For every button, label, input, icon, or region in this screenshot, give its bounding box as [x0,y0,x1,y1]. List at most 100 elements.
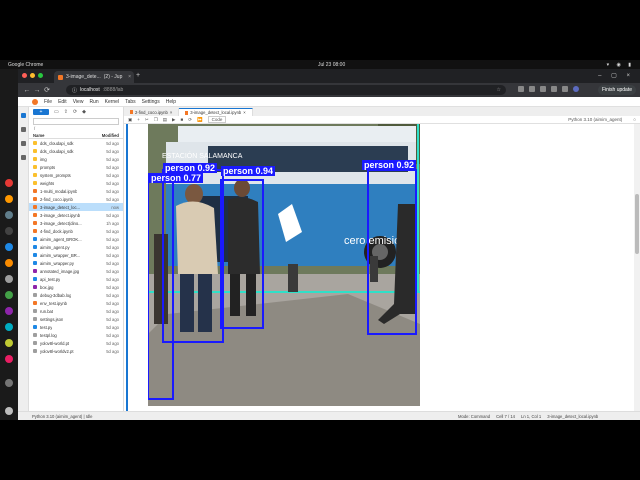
dock-app-icon[interactable] [5,307,13,315]
browser-tab-active[interactable]: 3-image_dete... (2) - Jup × [54,71,134,83]
file-row[interactable]: 3-image_detect(dino... 1h ago [29,219,123,227]
file-row[interactable]: annotated_image.jpg 5d ago [29,267,123,275]
window-buttons-right[interactable]: – ▢ × [598,72,634,79]
file-row[interactable]: 3-image_detect_loc... now [29,203,123,211]
notebook-scrollbar[interactable] [634,124,640,411]
file-row[interactable]: debug-3dbab.log 5d ago [29,291,123,299]
file-row[interactable]: settings.json 5d ago [29,315,123,323]
cell-type-select[interactable]: Code [207,116,227,123]
upload-icon[interactable]: ⇪ [64,109,68,115]
refresh-icon[interactable]: ⟳ [73,109,77,115]
file-row[interactable]: 2-find_coco.ipynb 5d ago [29,195,123,203]
dock-trash-icon[interactable] [5,379,13,387]
dock-apps-grid-icon[interactable] [5,407,13,415]
file-row[interactable]: aimim_agent.py 5d ago [29,243,123,251]
extension-manager-icon[interactable] [21,155,26,160]
menu-help[interactable]: Help [166,99,176,105]
os-tray-icons[interactable]: ▾ ◉ ▮ [607,62,634,68]
paste-icon[interactable]: ▤ [163,117,167,123]
os-clock[interactable]: Jul 23 08:00 [318,62,345,68]
file-row[interactable]: weights 5d ago [29,179,123,187]
doc-tab-2-find-coco[interactable]: 2-find_coco.ipynb × [124,108,180,116]
address-bar[interactable]: ⓘ localhost:8888/lab ☆ [66,85,506,95]
scrollbar-thumb[interactable] [635,194,639,254]
dock-settings-icon[interactable] [5,275,13,283]
tab-close-icon[interactable]: × [243,110,245,115]
extension-icon[interactable] [551,86,557,92]
menu-settings[interactable]: Settings [142,99,160,105]
copy-icon[interactable]: ❐ [154,117,158,123]
file-row[interactable]: 4-find_dock.ipynb 5d ago [29,227,123,235]
dock-app-icon[interactable] [5,355,13,363]
file-row[interactable]: 3-image_detect.ipynb 5d ago [29,211,123,219]
file-row[interactable]: system_prompts 5d ago [29,171,123,179]
add-cell-icon[interactable]: + [137,117,140,122]
folder-icon[interactable] [21,113,26,118]
toc-icon[interactable] [21,141,26,146]
restart-icon[interactable]: ⟳ [188,117,192,123]
menu-file[interactable]: File [44,99,52,105]
tab-close-icon[interactable]: × [128,74,131,80]
new-tab-button[interactable]: + [136,72,140,79]
file-row[interactable]: aimim_agent_BROK... 5d ago [29,235,123,243]
dock-terminal-icon[interactable] [5,227,13,235]
menu-view[interactable]: View [73,99,84,105]
run-all-icon[interactable]: ⏩ [197,117,203,123]
file-browser-path[interactable]: / [29,126,123,133]
cursor-position[interactable]: Ln 1, Col 1 [521,414,541,419]
menu-run[interactable]: Run [89,99,98,105]
git-icon[interactable]: ◆ [82,109,86,115]
kernel-status[interactable]: Python 3.10 (aimim_agent) | Idle [32,414,92,419]
file-row[interactable]: 1-multi_modal.ipynb 5d ago [29,187,123,195]
doc-tab-3-image-detect-local[interactable]: 3-image_detect_local.ipynb × [179,108,253,116]
save-icon[interactable]: ▣ [128,117,132,123]
dock-software-icon[interactable] [5,259,13,267]
file-row[interactable]: prompts 5d ago [29,163,123,171]
extension-icon[interactable] [562,86,568,92]
file-row[interactable]: yolov8l-world.pt 5d ago [29,339,123,347]
extension-icon[interactable] [540,86,546,92]
site-info-icon[interactable]: ⓘ [72,87,77,94]
file-filter-input[interactable] [33,118,119,125]
bookmark-star-icon[interactable]: ☆ [497,87,501,93]
window-maximize-icon[interactable] [38,73,43,78]
file-row[interactable]: dds_cloudapi_sdk 5d ago [29,139,123,147]
finish-update-button[interactable]: Finish update [597,85,636,95]
window-minimize-icon[interactable] [30,73,35,78]
file-row[interactable]: run.bat 5d ago [29,307,123,315]
file-row[interactable]: box.jpg 5d ago [29,283,123,291]
profile-avatar[interactable] [573,86,579,92]
file-row[interactable]: aimim_wrapper_BR... 5d ago [29,251,123,259]
forward-arrow-icon[interactable]: → [32,87,42,94]
menu-edit[interactable]: Edit [58,99,67,105]
file-row[interactable]: img 5d ago [29,155,123,163]
file-row[interactable]: aimim_wrapper.py 5d ago [29,259,123,267]
file-row[interactable]: env_test.ipynb 5d ago [29,299,123,307]
window-close-icon[interactable] [22,73,27,78]
file-row[interactable]: api_test.py 5d ago [29,275,123,283]
extension-icon[interactable] [529,86,535,92]
file-row[interactable]: test.py 5d ago [29,323,123,331]
kernel-name[interactable]: Python 3.10 (aimim_agent) [568,117,622,122]
dock-firefox-icon[interactable] [5,195,13,203]
new-folder-icon[interactable]: ▭ [54,109,59,115]
dock-app-icon[interactable] [5,291,13,299]
column-name-header[interactable]: Name [33,133,44,138]
menu-tabs[interactable]: Tabs [125,99,136,105]
running-icon[interactable] [21,127,26,132]
file-row[interactable]: yolov8l-worldv2.pt 5d ago [29,347,123,355]
new-launcher-button[interactable]: + [33,109,49,115]
dock-app-icon[interactable] [5,339,13,347]
menu-kernel[interactable]: Kernel [105,99,119,105]
column-modified-header[interactable]: Modified [102,133,119,138]
notebook-panel[interactable]: cero emisione ESTACIÓN SALAMANCA person … [124,124,640,411]
stop-icon[interactable]: ■ [180,117,183,122]
file-row[interactable]: testpl.log 5d ago [29,331,123,339]
dock-chrome-icon[interactable] [5,179,13,187]
extension-icon[interactable] [518,86,524,92]
dock-app-icon[interactable] [5,323,13,331]
reload-icon[interactable]: ⟳ [42,86,52,94]
run-icon[interactable]: ▶ [172,117,175,123]
back-arrow-icon[interactable]: ← [22,87,32,94]
cut-icon[interactable]: ✂ [145,117,149,123]
